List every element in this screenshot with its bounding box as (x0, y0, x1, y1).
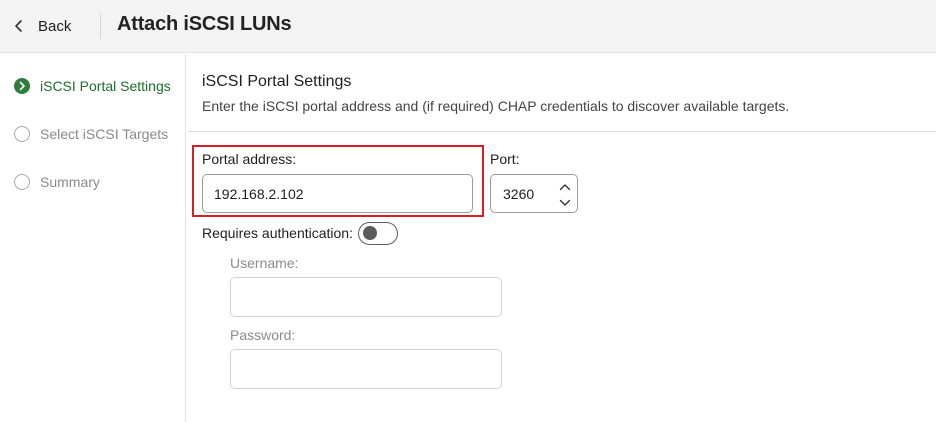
section-description: Enter the iSCSI portal address and (if r… (202, 98, 790, 114)
empty-circle-icon (14, 126, 30, 142)
step-iscsi-portal-settings[interactable]: iSCSI Portal Settings (14, 76, 171, 96)
portal-address-label: Portal address: (202, 151, 297, 167)
requires-authentication-toggle[interactable] (358, 222, 398, 245)
password-label: Password: (230, 327, 296, 343)
password-input[interactable] (230, 349, 502, 389)
step-summary[interactable]: Summary (14, 172, 100, 192)
back-button[interactable]: Back (14, 14, 71, 38)
chevron-up-icon[interactable] (557, 180, 573, 194)
username-label: Username: (230, 255, 299, 271)
step-select-iscsi-targets[interactable]: Select iSCSI Targets (14, 124, 168, 144)
toggle-knob (363, 226, 377, 240)
page-title: Attach iSCSI LUNs (117, 13, 292, 35)
portal-address-input[interactable]: 192.168.2.102 (202, 174, 473, 213)
header-divider (100, 13, 101, 39)
wizard-steps-sidebar: iSCSI Portal Settings Select iSCSI Targe… (0, 54, 186, 422)
step-label: iSCSI Portal Settings (40, 78, 171, 94)
chevron-right-circle-icon (14, 78, 30, 94)
divider (187, 131, 936, 132)
main-content: iSCSI Portal Settings Enter the iSCSI po… (187, 54, 936, 422)
back-label: Back (38, 17, 72, 35)
port-stepper[interactable]: 3260 (490, 174, 578, 213)
empty-circle-icon (14, 174, 30, 190)
port-value: 3260 (503, 186, 535, 202)
chevron-down-icon[interactable] (557, 196, 573, 210)
step-label: Select iSCSI Targets (40, 126, 169, 142)
top-bar: Back Attach iSCSI LUNs (0, 0, 936, 53)
step-label: Summary (40, 174, 100, 190)
chevron-left-icon (14, 19, 24, 33)
section-title: iSCSI Portal Settings (202, 73, 352, 90)
username-input[interactable] (230, 277, 502, 317)
port-label: Port: (490, 151, 520, 167)
requires-authentication-label: Requires authentication: (202, 225, 353, 241)
